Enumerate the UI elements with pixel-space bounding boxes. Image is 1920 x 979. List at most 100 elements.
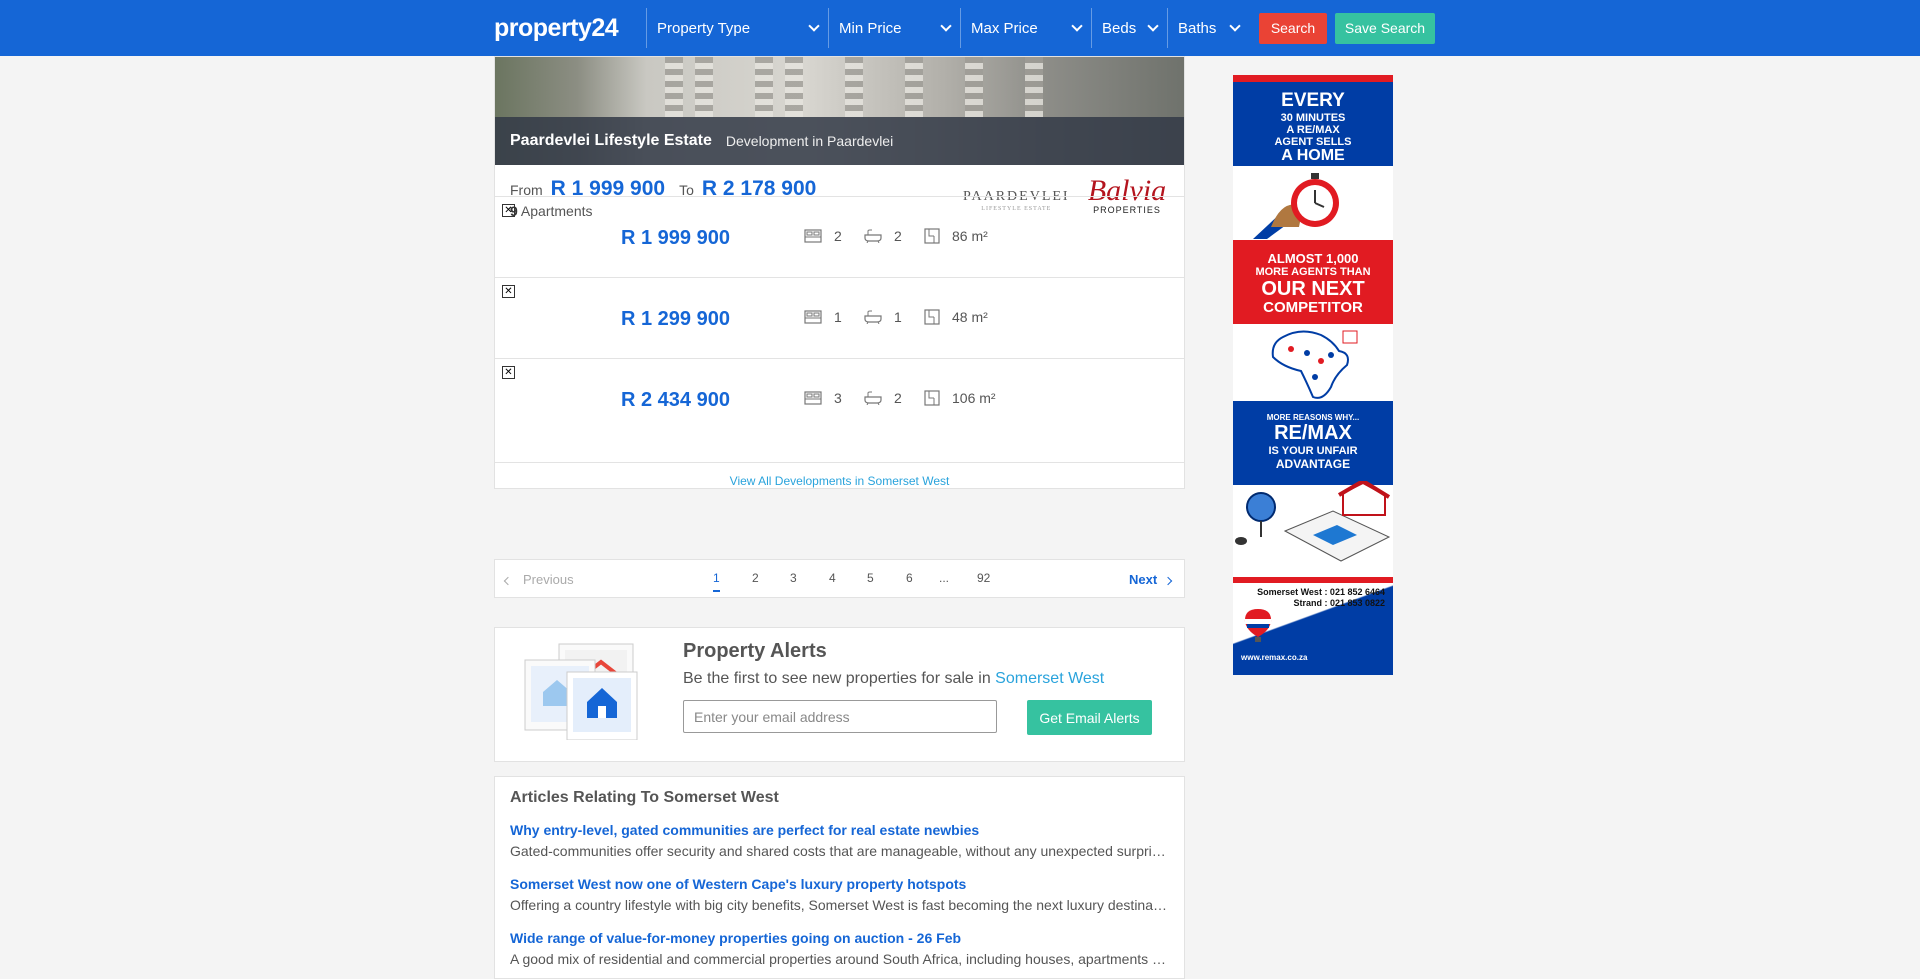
article-description: A good mix of residential and commercial… [510, 951, 1170, 967]
ad-headline: IS YOUR UNFAIR [1268, 445, 1358, 457]
stopwatch-hand-graphic [1253, 173, 1339, 239]
bedroom-count: 3 [834, 390, 842, 406]
ad-website[interactable]: www.remax.co.za [1233, 653, 1393, 662]
floor-size-icon [924, 228, 940, 244]
alerts-location-link[interactable]: Somerset West [995, 670, 1104, 687]
ad-headline: A RE/MAX [1286, 124, 1340, 136]
unit-row[interactable]: ✕ R 1 299 900 1 1 48 m² [495, 277, 1184, 358]
property-type-dropdown[interactable]: Property Type [646, 8, 828, 48]
page-link[interactable]: 2 [752, 571, 759, 585]
bedroom-count: 1 [834, 309, 842, 325]
bathrooms: 1 [864, 309, 902, 325]
property-alerts-subtitle: Be the first to see new properties for s… [683, 670, 1104, 688]
remax-advertisement[interactable]: EVERY 30 MINUTES A RE/MAX AGENT SELLS A … [1233, 75, 1393, 675]
page-link[interactable]: 1 [713, 571, 720, 592]
bedroom-count: 2 [834, 228, 842, 244]
development-caption: Paardevlei Lifestyle Estate Development … [495, 117, 1184, 165]
building-facade [755, 57, 773, 117]
max-price-dropdown[interactable]: Max Price [960, 8, 1091, 48]
ad-headline: RE/MAX [1274, 422, 1352, 444]
bathrooms: 2 [864, 228, 902, 244]
ad-headline: ADVANTAGE [1275, 457, 1351, 471]
development-listing-card[interactable]: Paardevlei Lifestyle Estate Development … [494, 56, 1185, 489]
bathroom-count: 1 [894, 309, 902, 325]
bedrooms: 3 [804, 390, 842, 406]
baths-label: Baths [1178, 19, 1217, 37]
ad-headline: OUR NEXT [1261, 278, 1365, 300]
property-alerts-box: Property Alerts Be the first to see new … [494, 627, 1185, 762]
pagination: Previous 1 2 3 4 5 6 ... 92 Next [494, 559, 1185, 598]
bed-icon [804, 310, 822, 324]
next-page-button[interactable]: Next [1129, 572, 1173, 587]
floor-size: 106 m² [924, 390, 996, 406]
unit-price: R 1 299 900 [621, 308, 730, 330]
article-title-link[interactable]: Somerset West now one of Western Cape's … [510, 876, 1170, 892]
min-price-label: Min Price [839, 19, 902, 37]
articles-heading: Articles Relating To Somerset West [510, 789, 779, 806]
ad-headline: 30 MINUTES [1280, 112, 1346, 124]
property-alerts-title: Property Alerts [683, 640, 827, 662]
bathrooms: 2 [864, 390, 902, 406]
page-link[interactable]: 3 [790, 571, 797, 585]
broken-image-icon: ✕ [502, 285, 515, 298]
page-ellipsis: ... [939, 571, 950, 585]
ad-headline: MORE REASONS WHY... [1266, 413, 1360, 422]
ad-red-stripe [1233, 75, 1393, 82]
unit-row[interactable]: ✕ R 1 999 900 2 2 86 m² [495, 196, 1184, 277]
property-type-label: Property Type [657, 19, 751, 37]
house-pool-graphic [1235, 481, 1391, 562]
search-button[interactable]: Search [1259, 12, 1327, 44]
property24-logo[interactable]: property24 [494, 14, 636, 43]
article-title-link[interactable]: Wide range of value-for-money properties… [510, 930, 1170, 946]
beds-dropdown[interactable]: Beds [1091, 8, 1167, 48]
bed-icon [804, 391, 822, 405]
building-facade [845, 57, 863, 117]
bathroom-count: 2 [894, 390, 902, 406]
alerts-subtitle-text: Be the first to see new properties for s… [683, 670, 991, 687]
page-link[interactable]: 6 [906, 571, 913, 585]
save-search-button[interactable]: Save Search [1335, 12, 1435, 44]
development-name: Paardevlei Lifestyle Estate [510, 132, 712, 149]
top-navigation-inner: property24 Property Type Min Price Max P… [494, 0, 1435, 56]
building-facade [785, 57, 803, 117]
email-field[interactable] [683, 700, 997, 733]
africa-map-graphic [1271, 330, 1358, 399]
top-navigation-bar: property24 Property Type Min Price Max P… [0, 0, 1920, 56]
floor-size: 48 m² [924, 309, 988, 325]
chevron-down-icon [940, 20, 952, 32]
article-title-link[interactable]: Why entry-level, gated communities are p… [510, 822, 1170, 838]
bath-icon [864, 310, 882, 324]
floor-size-icon [924, 309, 940, 325]
article-item: Wide range of value-for-money properties… [510, 930, 1170, 967]
bath-icon [864, 391, 882, 405]
ad-headline: ALMOST 1,000 [1267, 251, 1359, 266]
min-price-dropdown[interactable]: Min Price [828, 8, 960, 48]
page-link[interactable]: 5 [867, 571, 874, 585]
ad-headline: COMPETITOR [1263, 299, 1363, 316]
page-link[interactable]: 4 [829, 571, 836, 585]
previous-page-button[interactable]: Previous [503, 572, 574, 587]
view-all-developments-link[interactable]: View All Developments in Somerset West [495, 462, 1184, 490]
broken-image-icon: ✕ [502, 366, 515, 379]
house-cards-illustration [524, 643, 638, 740]
page-link[interactable]: 92 [977, 571, 990, 585]
unit-row[interactable]: ✕ R 2 434 900 3 2 106 m² [495, 358, 1184, 439]
broken-image-icon: ✕ [502, 204, 515, 217]
development-photo[interactable]: Paardevlei Lifestyle Estate Development … [495, 57, 1184, 165]
get-email-alerts-button[interactable]: Get Email Alerts [1027, 700, 1152, 735]
development-subtitle: Development in Paardevlei [725, 133, 894, 149]
max-price-label: Max Price [971, 19, 1038, 37]
ad-headline: A HOME [1281, 147, 1345, 164]
chevron-down-icon [808, 20, 820, 32]
building-facade [965, 57, 983, 117]
baths-dropdown[interactable]: Baths [1167, 8, 1249, 48]
article-item: Somerset West now one of Western Cape's … [510, 876, 1170, 913]
ad-headline: MORE AGENTS THAN [1255, 266, 1371, 278]
article-description: Offering a country lifestyle with big ci… [510, 897, 1170, 913]
bathroom-count: 2 [894, 228, 902, 244]
beds-label: Beds [1102, 19, 1137, 37]
remax-balloon-logo [1244, 609, 1272, 642]
bedrooms: 2 [804, 228, 842, 244]
next-label: Next [1129, 572, 1158, 587]
chevron-right-icon [1163, 576, 1173, 586]
